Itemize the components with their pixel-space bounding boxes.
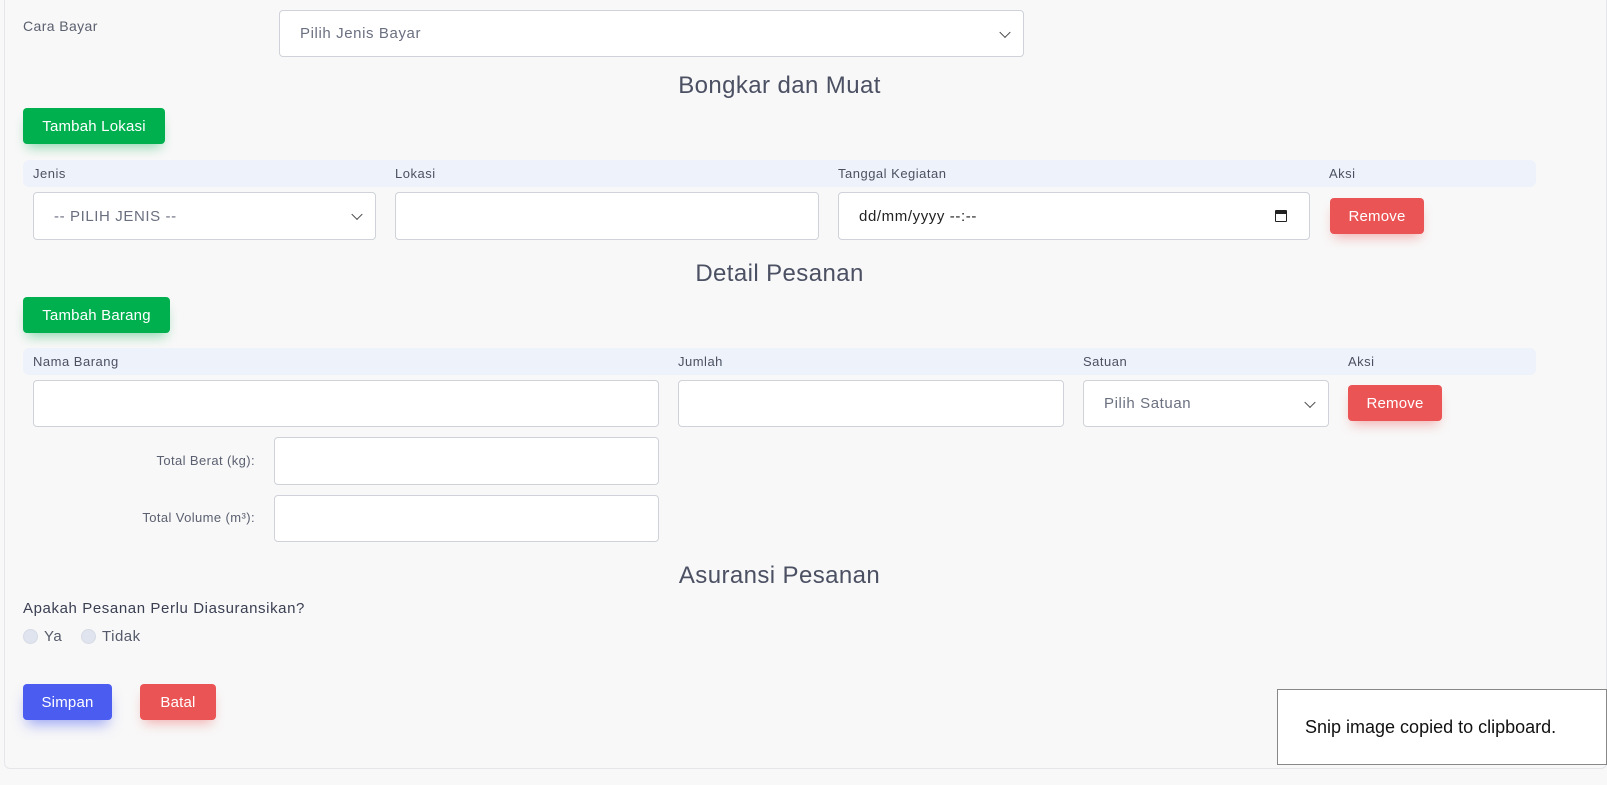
radio-label-ya: Ya	[44, 628, 63, 645]
total-volume-input[interactable]	[274, 495, 659, 542]
section-title-loading: Bongkar dan Muat	[678, 72, 881, 99]
remove-location-button[interactable]: Remove	[1330, 198, 1424, 234]
loading-table-header: Jenis Lokasi Tanggal Kegiatan Aksi	[23, 160, 1536, 187]
column-header-lokasi: Lokasi	[395, 166, 436, 181]
section-title-order: Detail Pesanan	[695, 260, 864, 287]
column-header-tanggal: Tanggal Kegiatan	[838, 166, 947, 181]
calendar-icon[interactable]	[1275, 210, 1287, 222]
section-title-insurance: Asuransi Pesanan	[678, 562, 881, 589]
jenis-value: -- PILIH JENIS --	[54, 207, 177, 225]
column-header-aksi: Aksi	[1348, 354, 1375, 369]
column-header-satuan: Satuan	[1083, 354, 1128, 369]
save-button[interactable]: Simpan	[23, 684, 112, 720]
add-location-button[interactable]: Tambah Lokasi	[23, 108, 165, 144]
payment-method-select[interactable]: Pilih Jenis Bayar	[279, 10, 1024, 57]
satuan-select[interactable]: Pilih Satuan	[1083, 380, 1329, 427]
toast-message: Snip image copied to clipboard.	[1305, 716, 1557, 737]
radio-button-tidak[interactable]	[81, 629, 96, 644]
snip-toast[interactable]: Snip image copied to clipboard.	[1277, 689, 1607, 765]
jumlah-input[interactable]	[678, 380, 1064, 427]
payment-label: Cara Bayar	[23, 18, 98, 34]
nama-barang-input[interactable]	[33, 380, 659, 427]
chevron-down-icon	[1304, 396, 1316, 408]
jenis-select[interactable]: -- PILIH JENIS --	[33, 192, 376, 240]
radio-option-ya[interactable]: Ya	[23, 628, 62, 645]
remove-item-button[interactable]: Remove	[1348, 385, 1442, 421]
chevron-down-icon	[351, 208, 363, 221]
total-volume-label: Total Volume (m³):	[142, 510, 255, 525]
cancel-button[interactable]: Batal	[140, 684, 216, 720]
column-header-jenis: Jenis	[33, 166, 66, 181]
column-header-nama-barang: Nama Barang	[33, 354, 119, 369]
total-weight-input[interactable]	[274, 437, 659, 485]
satuan-value: Pilih Satuan	[1104, 395, 1192, 412]
payment-method-value: Pilih Jenis Bayar	[300, 25, 422, 42]
chevron-down-icon	[999, 26, 1011, 38]
total-weight-label: Total Berat (kg):	[156, 453, 255, 468]
column-header-jumlah: Jumlah	[678, 354, 723, 369]
add-item-button[interactable]: Tambah Barang	[23, 297, 170, 333]
radio-label-tidak: Tidak	[102, 628, 141, 645]
order-table-header: Nama Barang Jumlah Satuan Aksi	[23, 348, 1536, 375]
insurance-question: Apakah Pesanan Perlu Diasuransikan?	[23, 600, 305, 617]
tanggal-kegiatan-input[interactable]: dd/mm/yyyy --:--	[838, 192, 1310, 240]
lokasi-input[interactable]	[395, 192, 819, 240]
tanggal-kegiatan-value: dd/mm/yyyy --:--	[859, 207, 977, 225]
radio-option-tidak[interactable]: Tidak	[81, 628, 141, 645]
radio-button-ya[interactable]	[23, 629, 38, 644]
column-header-aksi: Aksi	[1329, 166, 1356, 181]
